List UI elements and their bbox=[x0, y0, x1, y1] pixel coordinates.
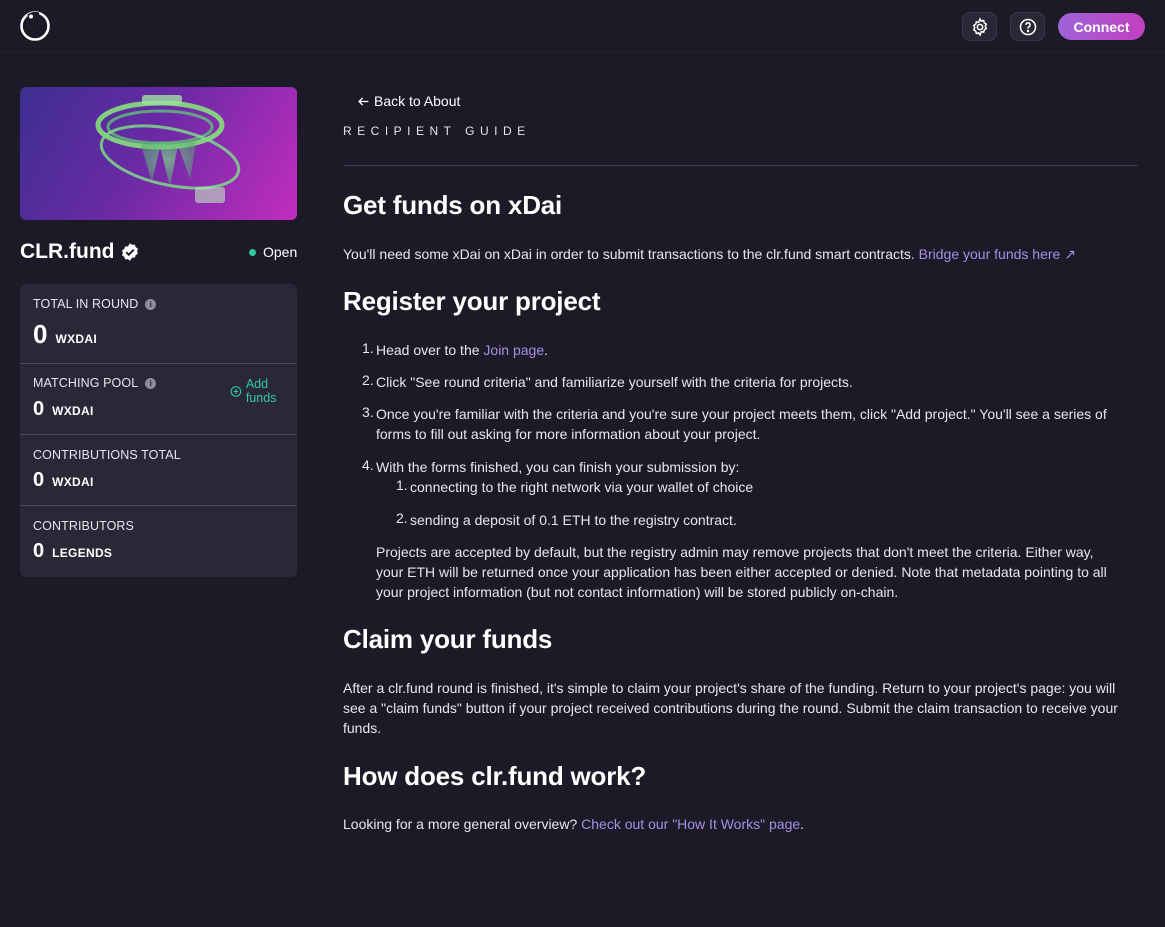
round-name: CLR.fund bbox=[20, 239, 140, 265]
stat-label-text: CONTRIBUTIONS TOTAL bbox=[33, 448, 181, 462]
info-icon[interactable]: i bbox=[145, 298, 157, 310]
substep-2: sending a deposit of 0.1 ETH to the regi… bbox=[410, 512, 737, 528]
xdai-paragraph: You'll need some xDai on xDai in order t… bbox=[343, 244, 1076, 264]
back-link-label: Back to About bbox=[374, 93, 461, 109]
stat-value: 0 WXDAI bbox=[33, 319, 97, 350]
step-number: 3. bbox=[362, 404, 374, 420]
section-title-how: How does clr.fund work? bbox=[343, 761, 647, 791]
step-1-end: . bbox=[544, 342, 549, 358]
step-3-line-1: Once you're familiar with the criteria a… bbox=[376, 406, 1107, 422]
substep-number: 1. bbox=[396, 477, 408, 493]
step-1-text: Head over to the bbox=[376, 342, 484, 358]
stat-number: 0 bbox=[33, 319, 48, 349]
section-title-xdai: Get funds on xDai bbox=[343, 190, 563, 220]
external-link-icon: ↗ bbox=[1064, 246, 1076, 262]
step-3-line-2: forms to fill out asking for more inform… bbox=[376, 426, 761, 442]
stat-label: CONTRIBUTORS bbox=[33, 519, 134, 533]
plus-circle-icon bbox=[230, 385, 242, 397]
clrfund-logo[interactable] bbox=[19, 10, 51, 42]
how-it-works-link[interactable]: Check out our "How It Works" page bbox=[581, 816, 800, 832]
note-line-3: your project information (but not contac… bbox=[376, 584, 899, 600]
stat-label-text: TOTAL IN ROUND bbox=[33, 297, 139, 311]
xdai-text: You'll need some xDai on xDai in order t… bbox=[343, 246, 915, 262]
bridge-funds-link[interactable]: Bridge your funds here ↗ bbox=[919, 246, 1076, 262]
step-number: 4. bbox=[362, 457, 374, 473]
top-bar: Connect bbox=[0, 0, 1165, 53]
status-label: Open bbox=[263, 244, 298, 260]
gear-icon bbox=[972, 16, 987, 37]
step-1: Head over to the Join page. bbox=[376, 340, 548, 360]
step-4: With the forms finished, you can finish … bbox=[376, 459, 740, 475]
round-banner-image bbox=[20, 87, 297, 220]
status-dot-icon bbox=[249, 248, 256, 256]
round-status: Open bbox=[249, 243, 297, 261]
stat-number: 0 bbox=[33, 398, 45, 420]
section-title-register: Register your project bbox=[343, 286, 601, 316]
connect-wallet-button[interactable]: Connect bbox=[1058, 13, 1145, 40]
stat-value: 0 WXDAI bbox=[33, 469, 94, 492]
claim-line-1: After a clr.fund round is finished, it's… bbox=[343, 680, 1116, 696]
settings-button[interactable] bbox=[962, 12, 997, 41]
stat-label: MATCHING POOL i bbox=[33, 376, 157, 390]
round-name-label: CLR.fund bbox=[20, 240, 115, 263]
section-title-claim: Claim your funds bbox=[343, 624, 553, 654]
stat-label-text: MATCHING POOL bbox=[33, 376, 139, 390]
how-paragraph: Looking for a more general overview? Che… bbox=[343, 814, 804, 834]
claim-line-3: funds. bbox=[343, 720, 382, 736]
substep-1: connecting to the right network via your… bbox=[410, 479, 754, 495]
stat-total-in-round: TOTAL IN ROUND i 0 WXDAI bbox=[20, 284, 297, 364]
stat-unit: WXDAI bbox=[52, 475, 94, 489]
stat-value: 0 WXDAI bbox=[33, 398, 94, 421]
substep-number: 2. bbox=[396, 510, 408, 526]
stat-unit: LEGENDS bbox=[52, 546, 113, 560]
back-to-about-link[interactable]: Back to About bbox=[357, 93, 460, 109]
stat-number: 0 bbox=[33, 469, 45, 491]
help-button[interactable] bbox=[1010, 12, 1045, 41]
note-line-1: Projects are accepted by default, but th… bbox=[376, 544, 1094, 560]
round-stats-card: TOTAL IN ROUND i 0 WXDAI MATCHING POOL i… bbox=[20, 284, 297, 577]
bridge-funds-link-label: Bridge your funds here bbox=[918, 246, 1061, 262]
info-icon[interactable]: i bbox=[145, 377, 157, 389]
recipient-guide-label: RECIPIENT GUIDE bbox=[343, 124, 531, 138]
step-number: 2. bbox=[362, 372, 374, 388]
step-2: Click "See round criteria" and familiari… bbox=[376, 374, 853, 390]
arrow-left-icon bbox=[358, 96, 369, 106]
stat-number: 0 bbox=[33, 540, 45, 562]
note-line-2: your ETH will be returned once your appl… bbox=[376, 564, 1107, 580]
step-number: 1. bbox=[362, 340, 374, 356]
join-page-link[interactable]: Join page bbox=[483, 342, 544, 358]
divider bbox=[343, 165, 1138, 166]
stat-label: CONTRIBUTIONS TOTAL bbox=[33, 448, 181, 462]
question-icon bbox=[1019, 18, 1036, 35]
stat-unit: WXDAI bbox=[52, 404, 94, 418]
how-end: . bbox=[800, 816, 805, 832]
claim-line-2: see a "claim funds" button if your proje… bbox=[343, 700, 1118, 716]
add-funds-label: Add funds bbox=[245, 377, 277, 405]
stat-contributions-total: CONTRIBUTIONS TOTAL 0 WXDAI bbox=[20, 435, 297, 506]
how-text: Looking for a more general overview? bbox=[343, 816, 578, 832]
stat-unit: WXDAI bbox=[55, 332, 97, 346]
stat-label-text: CONTRIBUTORS bbox=[33, 519, 134, 533]
stat-label: TOTAL IN ROUND i bbox=[33, 297, 157, 311]
stat-value: 0 LEGENDS bbox=[33, 540, 112, 563]
add-funds-button[interactable]: Add funds bbox=[230, 377, 297, 405]
stat-contributors: CONTRIBUTORS 0 LEGENDS bbox=[20, 506, 297, 577]
verified-badge-icon bbox=[122, 243, 139, 261]
